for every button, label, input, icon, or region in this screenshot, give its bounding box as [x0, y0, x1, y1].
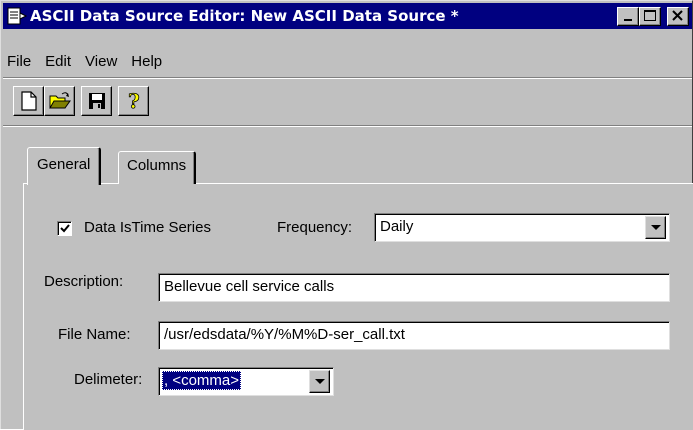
save-icon [88, 93, 105, 109]
menu-view[interactable]: View [77, 53, 123, 75]
tab-general[interactable]: General [27, 147, 102, 185]
toolbar: ? [13, 83, 149, 119]
menu-help[interactable]: Help [123, 53, 168, 75]
maximize-button[interactable] [639, 7, 661, 26]
open-button[interactable] [44, 86, 75, 116]
open-icon [48, 92, 71, 109]
checkmark-icon [60, 224, 70, 233]
close-icon [672, 10, 683, 21]
frequency-select[interactable]: Daily [374, 213, 670, 242]
toolbar-separator [3, 125, 692, 127]
file-name-label: File Name: [58, 326, 131, 343]
menu-edit[interactable]: Edit [37, 53, 77, 75]
menu-separator [3, 77, 692, 79]
new-button[interactable] [13, 86, 44, 116]
time-series-checkbox[interactable] [57, 221, 72, 236]
file-name-input[interactable]: /usr/edsdata/%Y/%M%D-ser_call.txt [158, 321, 670, 350]
minimize-icon [624, 19, 632, 21]
chevron-down-icon [650, 225, 661, 230]
maximize-icon [644, 10, 656, 21]
description-label: Description: [44, 273, 124, 290]
frequency-value: Daily [380, 218, 414, 235]
save-button[interactable] [81, 86, 112, 116]
chevron-down-icon [314, 379, 325, 384]
title-bar[interactable]: ASCII Data Source Editor: New ASCII Data… [3, 3, 692, 29]
menu-bar: File Edit View Help [3, 53, 168, 75]
time-series-label: Data IsTime Series [84, 219, 211, 236]
frequency-label: Frequency: [277, 219, 353, 236]
svg-text:?: ? [128, 91, 140, 111]
editor-app-icon [6, 5, 28, 27]
delimiter-select[interactable]: , <comma> [158, 367, 334, 396]
delimiter-value: , <comma> [162, 371, 242, 390]
help-icon: ? [127, 91, 140, 111]
new-icon [20, 91, 37, 111]
menu-file[interactable]: File [3, 53, 37, 75]
close-button[interactable] [667, 7, 689, 26]
frequency-dropdown-button[interactable] [645, 216, 666, 239]
description-input[interactable]: Bellevue cell service calls [158, 273, 670, 302]
tab-columns[interactable]: Columns [118, 151, 197, 184]
delimiter-dropdown-button[interactable] [309, 370, 330, 393]
window-title: ASCII Data Source Editor: New ASCII Data… [30, 7, 459, 25]
delimiter-label: Delimeter: [74, 371, 143, 388]
minimize-button[interactable] [617, 7, 639, 26]
help-button[interactable]: ? [118, 86, 149, 116]
editor-window: ASCII Data Source Editor: New ASCII Data… [0, 0, 693, 430]
